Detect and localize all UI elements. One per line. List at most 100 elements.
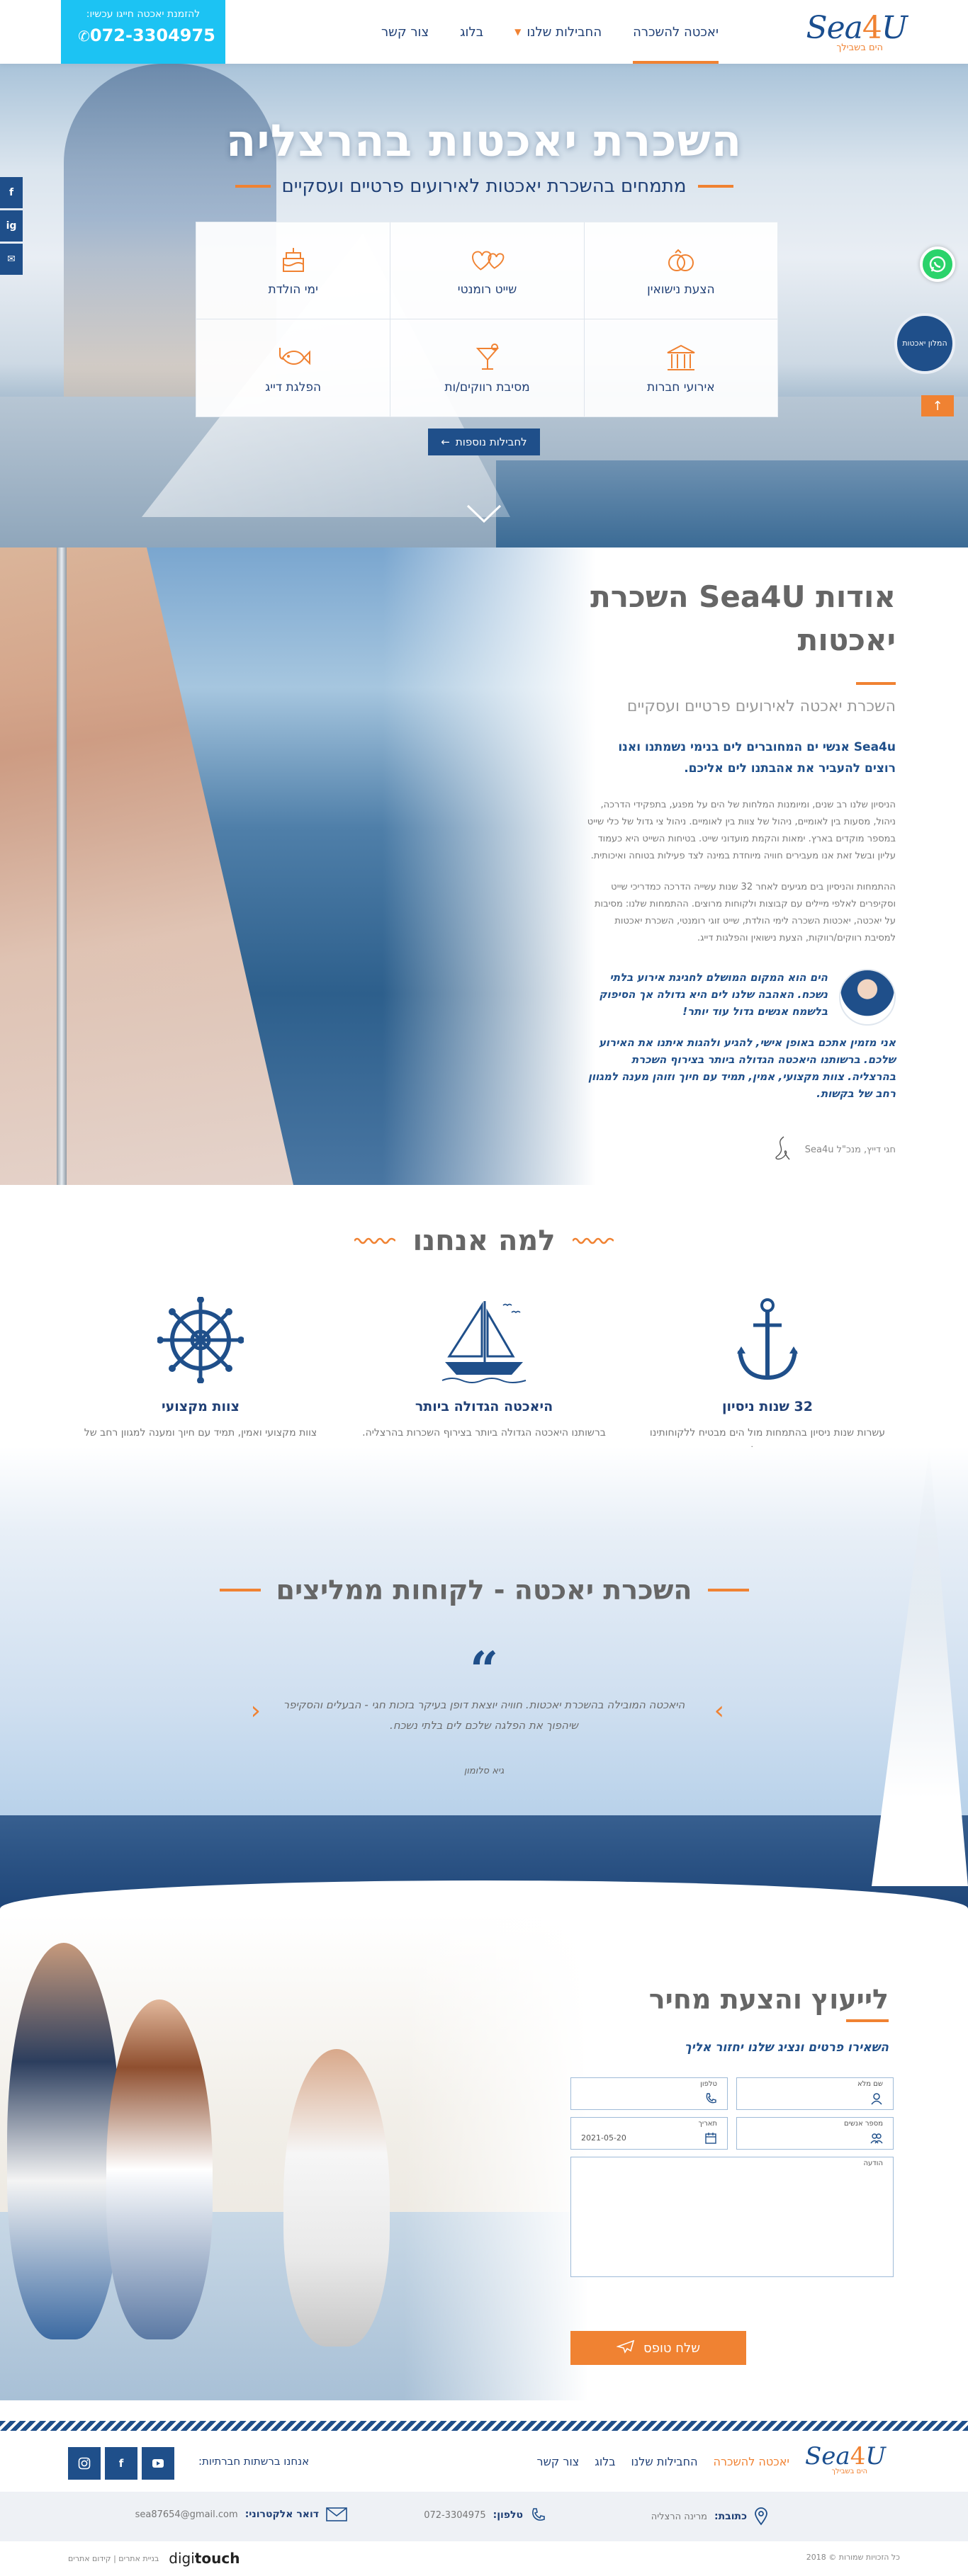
facebook-icon[interactable]: f bbox=[105, 2447, 137, 2480]
instagram-icon[interactable]: ig bbox=[0, 210, 23, 242]
call-phone-row: ✆072-3304975 bbox=[61, 25, 225, 45]
contact-photo-fade bbox=[404, 1914, 588, 2400]
message-field[interactable]: הודעה bbox=[570, 2157, 894, 2277]
phone-item[interactable]: טלפון: 072-3304975 bbox=[424, 2507, 546, 2523]
testimonials-title: השכרת יאכטה - לקוחות ממליצים bbox=[276, 1574, 692, 1606]
contact-subtitle: השאירו פרטים ונציג שלנו יחזור אליך bbox=[684, 2041, 889, 2055]
chevron-left-icon[interactable]: ‹ bbox=[244, 1698, 261, 1724]
contact-photo-person bbox=[106, 1999, 213, 2339]
yacht-badge[interactable]: המלון יאכטות bbox=[894, 313, 955, 374]
event-tile-fishing[interactable]: הפלגת דייג bbox=[196, 319, 390, 416]
event-tile-romantic[interactable]: שייט רומנטי bbox=[390, 222, 584, 319]
ceo-invitation-text: אני מזמין אתכם באופן אישי, להגיע ולהגות … bbox=[587, 1036, 896, 1100]
social-label: אנחנו ברשתות חברתיות: bbox=[198, 2455, 310, 2468]
youtube-icon[interactable] bbox=[142, 2447, 174, 2480]
email-value: sea87654@gmail.com bbox=[135, 2509, 238, 2520]
event-tile-birthday[interactable]: ימי הולדת bbox=[196, 222, 390, 319]
hero: השכרת יאכטות בהרצליה מתמחים בהשכרת יאכטו… bbox=[0, 64, 968, 547]
logo-sea: Sea bbox=[806, 10, 862, 46]
about-photo-mast bbox=[57, 547, 67, 1185]
nav-item-yacht-rental[interactable]: יאכטה להשכרה bbox=[617, 0, 734, 64]
submit-button[interactable]: שלח טופס bbox=[570, 2331, 746, 2365]
main-nav: יאכטה להשכרה החבילות שלנו ▼ בלוג צור קשר bbox=[366, 0, 734, 64]
nav-label: בלוג bbox=[460, 24, 484, 40]
event-tile-proposal[interactable]: הצעת נישואין bbox=[583, 222, 777, 319]
feature-title: צוות מקצועי bbox=[162, 1399, 240, 1414]
date-field[interactable]: תאריך 2021-05-20 bbox=[570, 2117, 728, 2150]
footer-link-packages[interactable]: החבילות שלנו bbox=[631, 2455, 698, 2468]
credit-logo-a: digi bbox=[169, 2550, 195, 2567]
cake-icon bbox=[274, 244, 313, 276]
rings-icon bbox=[662, 244, 700, 276]
nav-item-packages[interactable]: החבילות שלנו ▼ bbox=[499, 0, 617, 64]
about-section: אודות Sea4U השכרת יאכטות השכרת יאכטה לאי… bbox=[0, 547, 968, 1185]
nav-item-blog[interactable]: בלוג bbox=[444, 0, 499, 64]
divider bbox=[707, 1589, 749, 1591]
about-subtitle: השכרת יאכטה לאירועים פרטיים ועסקיים bbox=[626, 698, 896, 715]
field-label: תאריך bbox=[698, 2120, 717, 2128]
logo-four: 4 bbox=[850, 2442, 866, 2470]
why-title-row: למה אנחנו bbox=[0, 1225, 968, 1257]
facebook-icon[interactable]: f bbox=[0, 177, 23, 208]
signature-name: חגי דייץ, מנכ"ל Sea4u bbox=[804, 1144, 896, 1155]
cocktail-icon bbox=[468, 342, 507, 373]
footer-link-yacht-rental[interactable]: יאכטה להשכרה bbox=[714, 2455, 789, 2468]
credit-links[interactable]: בניית אתרים | קידום אתרים bbox=[68, 2554, 159, 2563]
testimonial-author: גיא סלומון bbox=[463, 1766, 505, 1776]
footer-info-bar: כתובת: מרינה הרצליה טלפון: 072-3304975 ד… bbox=[0, 2492, 968, 2541]
event-tile-label: מסיבת רווקים/ות bbox=[444, 380, 530, 395]
call-box[interactable]: להזמנת יאכטה חייגו עכשיו: ✆072-3304975 bbox=[61, 0, 225, 64]
footer-bottom: כל הזכויות שמורות © 2018 digitouch בניית… bbox=[0, 2541, 968, 2576]
back-to-top-icon[interactable]: ↑ bbox=[921, 395, 954, 416]
testimonials-section: השכרת יאכטה - לקוחות ממליצים “ › היאכטה … bbox=[0, 1447, 968, 1914]
phone-field[interactable]: טלפון bbox=[570, 2077, 728, 2110]
contact-title: לייעוץ והצעת מחיר bbox=[648, 1984, 889, 2015]
hearts-icon bbox=[468, 244, 507, 276]
footer-nav: יאכטה להשכרה החבילות שלנו בלוג צור קשר bbox=[537, 2455, 789, 2468]
hero-title: השכרת יאכטות בהרצליה bbox=[225, 115, 743, 166]
site-header: Sea4U הים בשבילך יאכטה להשכרה החבילות של… bbox=[0, 0, 968, 64]
hero-subtitle-row: מתמחים בהשכרת יאכטות לאירועים פרטיים ועס… bbox=[0, 176, 968, 197]
scroll-down-icon[interactable] bbox=[465, 503, 503, 524]
call-label: להזמנת יאכטה חייגו עכשיו: bbox=[86, 8, 201, 20]
name-field[interactable]: שם מלא bbox=[736, 2077, 894, 2110]
arrow-left-icon: ← bbox=[441, 436, 450, 448]
feature-biggest-yacht: היאכטה הגדולה ביותר ברשותנו היאכטה הגדול… bbox=[356, 1291, 612, 1442]
divider bbox=[856, 682, 896, 685]
logo-tagline: הים בשבילך bbox=[831, 2468, 867, 2475]
feature-title: 32 שנות ניסיון bbox=[722, 1399, 813, 1414]
more-packages-button[interactable]: לחבילות נוספות ← bbox=[428, 429, 540, 455]
guests-field[interactable]: מספר אנשים bbox=[736, 2117, 894, 2150]
feature-experience: 32 שנות ניסיון עשרות שנות ניסיון בהתמחות… bbox=[640, 1291, 895, 1459]
event-tile-label: ימי הולדת bbox=[268, 283, 318, 297]
map-pin-icon bbox=[755, 2507, 767, 2526]
nav-item-contact[interactable]: צור קשר bbox=[366, 0, 444, 64]
mail-icon[interactable]: ✉ bbox=[0, 244, 23, 275]
footer-logo[interactable]: Sea4U הים בשבילך bbox=[805, 2442, 886, 2475]
calendar-icon bbox=[705, 2133, 716, 2144]
signature-icon bbox=[770, 1134, 794, 1165]
chevron-down-icon: ▼ bbox=[514, 27, 522, 37]
logo[interactable]: Sea4U הים בשבילך bbox=[806, 10, 908, 54]
event-tile-label: הצעת נישואין bbox=[647, 283, 715, 297]
chevron-right-icon[interactable]: › bbox=[707, 1698, 724, 1724]
email-item[interactable]: דואר אלקטרוני: sea87654@gmail.com bbox=[135, 2507, 347, 2521]
whatsapp-icon[interactable] bbox=[920, 246, 955, 282]
quote-icon: “ bbox=[470, 1640, 499, 1699]
event-tile-corporate[interactable]: אירועי חברות bbox=[583, 319, 777, 416]
date-value: 2021-05-20 bbox=[581, 2133, 626, 2143]
hero-photo-sea bbox=[496, 460, 968, 547]
credit-logo[interactable]: digitouch bbox=[169, 2550, 240, 2567]
instagram-icon[interactable] bbox=[68, 2447, 101, 2480]
yacht-badge-text: המלון יאכטות bbox=[902, 338, 947, 348]
feature-desc: ברשותנו היאכטה הגדולה ביותר בצירוף השכרו… bbox=[362, 1427, 606, 1439]
phone-icon bbox=[706, 2093, 716, 2104]
footer-link-blog[interactable]: בלוג bbox=[595, 2455, 615, 2468]
event-tile-bachelor[interactable]: מסיבת רווקים/ות bbox=[390, 319, 583, 416]
about-title: אודות Sea4U השכרת יאכטות bbox=[590, 579, 896, 657]
logo-text: Sea4U bbox=[806, 10, 908, 46]
copyright: כל הזכויות שמורות © 2018 bbox=[806, 2553, 900, 2562]
nav-label: צור קשר bbox=[381, 24, 429, 40]
wave-divider-icon bbox=[572, 1237, 614, 1244]
footer-link-contact[interactable]: צור קשר bbox=[537, 2455, 580, 2468]
